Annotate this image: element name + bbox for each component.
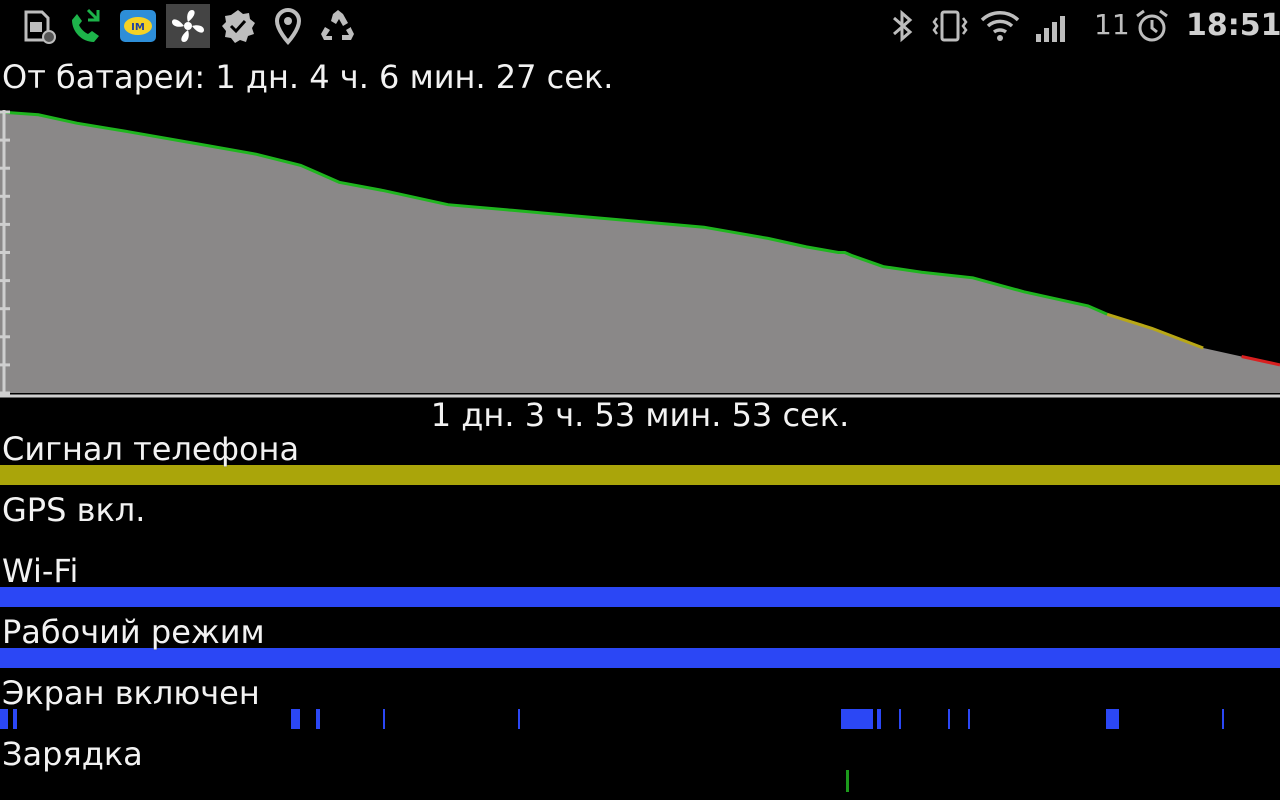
chart-duration-label: 1 дн. 3 ч. 53 мин. 53 сек. (430, 396, 850, 434)
messenger-icon: IM (120, 10, 156, 42)
track-segment (876, 709, 881, 729)
recycle-icon (321, 10, 354, 40)
track-label: Сигнал телефона (2, 430, 300, 468)
track-segment (0, 465, 1280, 485)
missed-call-icon (72, 8, 100, 42)
check-badge-icon (222, 10, 255, 43)
track-segment (290, 709, 300, 729)
track-segment (0, 648, 1280, 668)
track-segment (840, 709, 873, 729)
track-segment (12, 709, 17, 729)
battery-title: От батареи: 1 дн. 4 ч. 6 мин. 27 сек. (2, 58, 614, 96)
clock: 18:51 (1186, 8, 1280, 43)
track-label: GPS вкл. (2, 491, 146, 529)
svg-text:IM: IM (131, 22, 145, 33)
battery-chart (0, 110, 1280, 398)
track-segment (316, 709, 320, 729)
signal-icon (1036, 16, 1065, 42)
track-segment (0, 709, 8, 729)
track-segment (967, 709, 970, 729)
sim-settings-icon (24, 10, 56, 44)
track-label: Рабочий режим (2, 613, 265, 651)
track-segment (898, 709, 901, 729)
fan-icon (166, 4, 210, 48)
location-icon (274, 7, 302, 45)
track-label: Экран включен (2, 674, 260, 712)
battery-level-area (0, 112, 1280, 393)
alarm-icon (1136, 9, 1168, 42)
track-segment (1105, 709, 1119, 729)
track-segment (0, 587, 1280, 607)
wifi-icon (980, 11, 1020, 41)
track-segment (518, 709, 521, 729)
bluetooth-icon (893, 9, 913, 43)
status-bar: IM 11 18:51 (0, 0, 1280, 52)
track-segment (382, 709, 385, 729)
track-label: Wi-Fi (2, 552, 79, 590)
vibrate-icon (932, 10, 968, 42)
track-segment (846, 770, 849, 792)
track-segment (948, 709, 951, 729)
track-label: Зарядка (2, 735, 143, 773)
track-segment (1222, 709, 1225, 729)
notification-count: 11 (1094, 8, 1130, 41)
